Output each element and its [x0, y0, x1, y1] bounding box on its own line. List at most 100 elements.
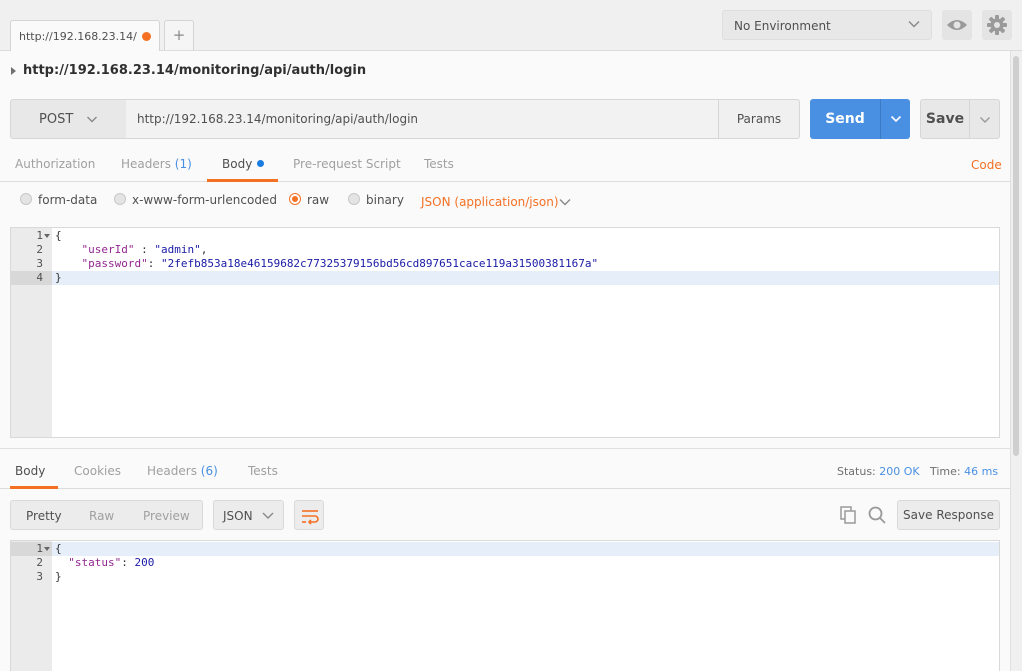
radio-circle-selected [289, 193, 301, 205]
json-number: 200 [134, 556, 155, 569]
fold-arrow-icon[interactable] [44, 546, 50, 552]
line-number: 1 [36, 229, 43, 242]
json-separator: : [134, 243, 155, 256]
save-response-button[interactable]: Save Response [897, 500, 1000, 530]
gear-icon [987, 15, 1007, 35]
json-string: "admin" [154, 243, 201, 256]
tab-headers-label: Headers [121, 157, 171, 171]
params-button[interactable]: Params [718, 99, 800, 139]
raw-button[interactable]: Raw [89, 509, 114, 523]
json-string: "2fefb853a18e46159682c77325379156bd56cd8… [160, 257, 599, 270]
code-line: "password": "2fefb853a18e46159682c773253… [55, 257, 599, 270]
tab-authorization[interactable]: Authorization [15, 157, 95, 171]
pretty-button[interactable]: Pretty [26, 509, 62, 523]
active-tab-underline [10, 486, 58, 489]
json-key: "status" [68, 556, 122, 569]
code-line: { [55, 542, 62, 555]
radio-label: raw [307, 193, 330, 207]
tab-prerequest-script[interactable]: Pre-request Script [293, 157, 401, 171]
copy-icon[interactable] [838, 505, 858, 525]
response-tab-headers-label: Headers [147, 464, 197, 478]
chevron-down-icon [908, 21, 920, 28]
json-key: "password" [81, 257, 148, 270]
chevron-down-icon[interactable] [558, 196, 572, 208]
environment-label: No Environment [734, 19, 831, 33]
chevron-down-icon [262, 512, 274, 519]
chevron-down-icon [87, 116, 97, 123]
code-link[interactable]: Code [971, 158, 1002, 172]
fold-arrow-icon[interactable] [44, 233, 50, 239]
unsaved-dot-icon [142, 32, 151, 41]
active-line-highlight [11, 542, 999, 556]
code-line: } [55, 271, 62, 284]
request-body-editor[interactable]: 1 2 3 4 { "userId" : "admin", "password"… [10, 227, 1000, 438]
code-line: "status": 200 [55, 556, 154, 569]
caret-right-icon[interactable] [10, 67, 18, 75]
status-value: 200 OK [879, 465, 920, 478]
brace: { [55, 229, 62, 242]
method-select[interactable]: POST [10, 99, 127, 139]
request-tabs: Authorization Headers (1) Body Pre-reque… [0, 148, 1010, 182]
search-icon[interactable] [867, 505, 887, 525]
response-body-viewer[interactable]: 1 2 3 { "status": 200 } [10, 540, 1000, 671]
brace: } [55, 271, 62, 284]
tab-tests[interactable]: Tests [424, 157, 454, 171]
request-tab[interactable]: http://192.168.23.14/r [10, 20, 160, 51]
line-number: 3 [36, 570, 43, 583]
json-separator: : [121, 556, 135, 569]
active-line-highlight [11, 271, 999, 285]
json-key: "userId" [81, 243, 135, 256]
format-label: JSON [223, 509, 253, 523]
environment-select[interactable]: No Environment [722, 10, 932, 40]
code-line: } [55, 570, 62, 583]
tab-body-label: Body [222, 157, 253, 171]
active-tab-underline [207, 179, 278, 182]
radio-circle [114, 193, 126, 205]
tab-body[interactable]: Body [222, 157, 265, 171]
json-separator: : [147, 257, 161, 270]
status-label: Status: [837, 465, 876, 478]
preview-button[interactable]: Preview [143, 509, 190, 523]
time-label: Time: [930, 465, 961, 478]
settings-button[interactable] [982, 10, 1012, 40]
time-value: 46 ms [964, 465, 999, 478]
headers-count: (1) [174, 157, 192, 171]
send-button[interactable]: Send [810, 99, 880, 139]
url-input[interactable] [126, 99, 719, 139]
response-headers-count: (6) [200, 464, 218, 478]
response-tab-body[interactable]: Body [15, 464, 45, 478]
radio-label: form-data [38, 193, 98, 207]
code-line: "userId" : "admin", [55, 243, 208, 256]
body-indicator-dot-icon [257, 160, 265, 167]
response-view-toggle: Pretty Raw Preview [10, 500, 203, 530]
line-number: 1 [36, 542, 43, 555]
chevron-down-icon [890, 115, 902, 123]
radio-circle [20, 193, 32, 205]
eye-icon [947, 20, 967, 30]
line-number: 3 [36, 257, 43, 270]
code-line: { [55, 229, 62, 242]
wrap-lines-button[interactable] [294, 500, 324, 530]
scrollbar-thumb[interactable] [1013, 56, 1019, 456]
save-button[interactable]: Save [920, 99, 970, 139]
content-type-select[interactable]: JSON (application/json) [421, 195, 559, 209]
brace: } [55, 570, 62, 583]
response-status: Status: 200 OK [837, 465, 920, 478]
line-number: 2 [36, 556, 43, 569]
radio-circle [348, 193, 360, 205]
send-dropdown-button[interactable] [880, 99, 910, 139]
radio-label: x-www-form-urlencoded [132, 193, 277, 207]
new-tab-button[interactable]: + [164, 20, 194, 50]
request-title[interactable]: http://192.168.23.14/monitoring/api/auth… [23, 63, 366, 78]
brace: { [55, 542, 62, 555]
line-number: 4 [36, 271, 43, 284]
save-dropdown-button[interactable] [969, 99, 1000, 139]
response-tab-tests[interactable]: Tests [248, 464, 278, 478]
chevron-down-icon [980, 117, 990, 123]
response-tab-cookies[interactable]: Cookies [74, 464, 121, 478]
tab-headers[interactable]: Headers (1) [121, 157, 192, 171]
environment-quick-look-button[interactable] [942, 10, 972, 40]
response-tab-headers[interactable]: Headers (6) [147, 464, 218, 478]
response-format-select[interactable]: JSON [213, 500, 284, 530]
line-number: 2 [36, 243, 43, 256]
